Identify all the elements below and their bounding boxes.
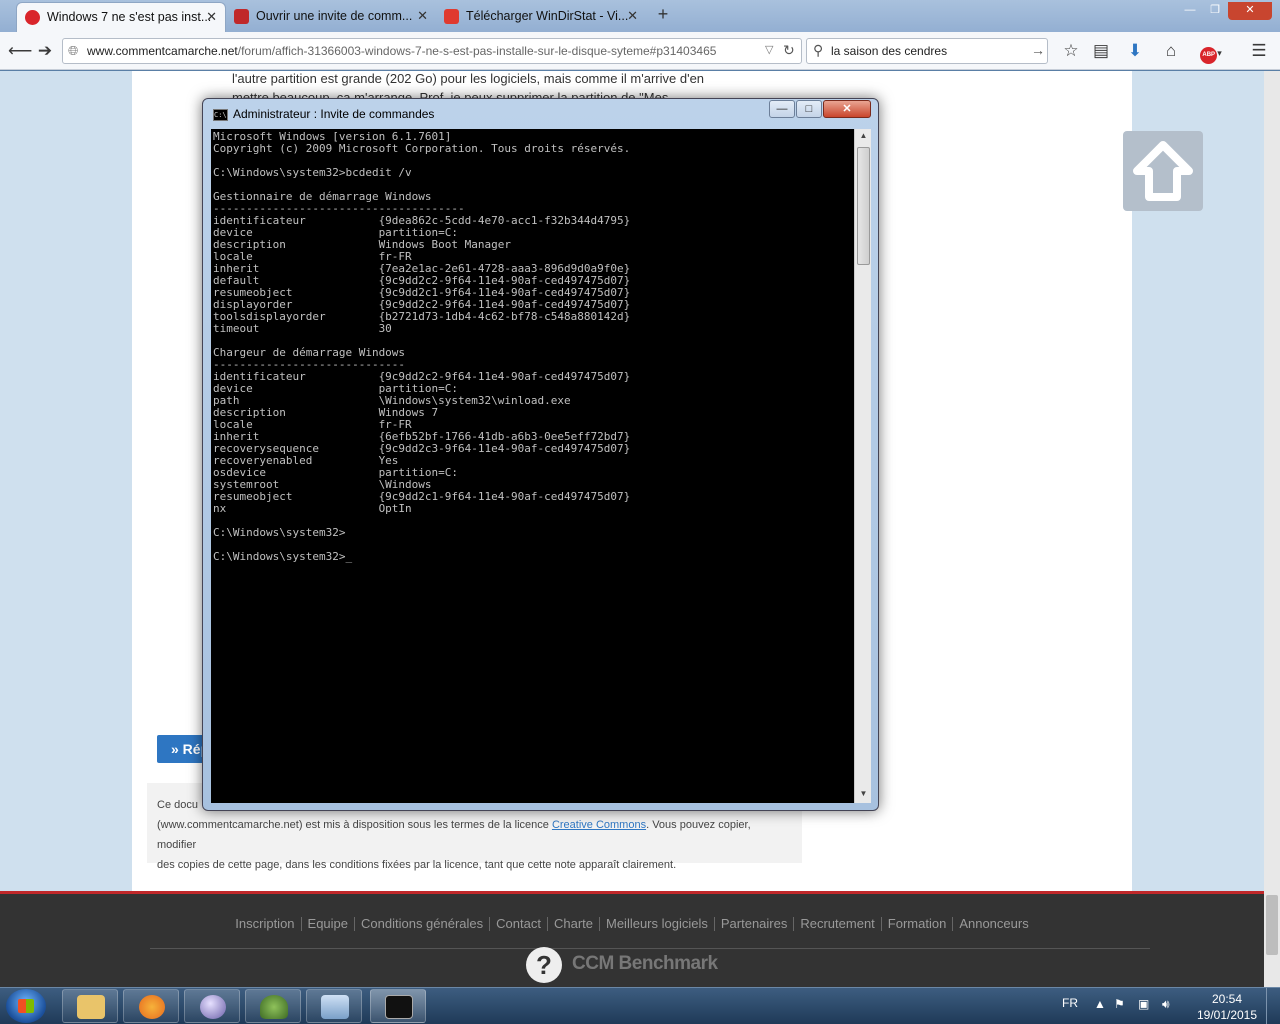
search-icon: ⚲ [813, 42, 824, 58]
scrollbar-thumb[interactable] [857, 147, 870, 265]
language-indicator[interactable]: FR [1062, 996, 1078, 1010]
show-hidden-icons-icon[interactable]: ▲ [1094, 997, 1106, 1011]
close-tab-icon[interactable]: ✕ [627, 2, 638, 30]
clock-date: 19/01/2015 [1196, 1008, 1258, 1022]
footer-link[interactable]: Conditions générales [355, 917, 491, 931]
url-text: www.commentcamarche.net/forum/affich-313… [87, 44, 716, 58]
footer-link[interactable]: Formation [882, 917, 954, 931]
cmd-icon [385, 995, 413, 1019]
license-text: (www.commentcamarche.net) est mis à disp… [157, 819, 552, 831]
action-center-flag-icon[interactable]: ⚑ [1114, 997, 1125, 1011]
cmd-icon: C:\ [213, 109, 228, 121]
windows-logo-icon [18, 999, 34, 1013]
computer-icon [321, 995, 349, 1019]
brand-name: CCM Benchmark [572, 953, 718, 974]
clipboard-icon[interactable]: ▤ [1090, 41, 1112, 61]
taskbar-cmd[interactable] [370, 989, 426, 1023]
creative-commons-link[interactable]: Creative Commons [552, 819, 646, 831]
scroll-down-arrow-icon[interactable]: ▼ [855, 789, 872, 798]
scrollbar-thumb[interactable] [1266, 895, 1278, 955]
system-clock[interactable]: 20:54 19/01/2015 [1192, 991, 1262, 1023]
site-footer: Inscription Equipe Conditions générales Con… [0, 891, 1264, 987]
firefox-icon [139, 995, 165, 1019]
clock-time: 20:54 [1211, 992, 1243, 1006]
show-desktop-button[interactable] [1266, 988, 1280, 1024]
windows-taskbar: FR ▲ ⚑ ▣ 🔊︎ 20:54 19/01/2015 [0, 987, 1280, 1024]
navigation-toolbar: ⟵ ➔ 🌐︎ www.commentcamarche.net/forum/aff… [0, 32, 1280, 70]
footer-link[interactable]: Equipe [302, 917, 356, 931]
search-input[interactable] [831, 44, 1031, 58]
browser-tab-bar: Windows 7 ne s'est pas inst... ✕ Ouvrir … [0, 0, 1280, 32]
taskbar-explorer[interactable] [62, 989, 118, 1023]
maximize-window-button[interactable]: ❐ [1204, 2, 1226, 20]
home-icon[interactable]: ⌂ [1160, 41, 1182, 61]
volume-icon[interactable]: 🔊︎ [1162, 997, 1170, 1012]
footer-link[interactable]: Partenaires [715, 917, 795, 931]
footer-link[interactable]: Annonceurs [953, 917, 1034, 931]
footer-link[interactable]: Meilleurs logiciels [600, 917, 715, 931]
tree-icon [260, 995, 288, 1019]
cmd-favicon-icon [234, 9, 249, 24]
hamburger-menu-icon[interactable]: ☰ [1248, 41, 1270, 61]
license-line: des copies de cette page, dans les condi… [157, 859, 677, 871]
close-tab-icon[interactable]: ✕ [206, 3, 217, 31]
ccm-c-favicon-icon [444, 9, 459, 24]
page-scrollbar[interactable] [1264, 71, 1280, 987]
taskbar-app-sphere[interactable] [184, 989, 240, 1023]
tab-label: Windows 7 ne s'est pas inst... [47, 10, 212, 24]
ccm-favicon-icon [25, 10, 40, 25]
url-path: /forum/affich-31366003-windows-7-ne-s-es… [237, 44, 717, 58]
dropdown-icon[interactable]: ▽ [765, 43, 773, 56]
taskbar-firefox[interactable] [123, 989, 179, 1023]
new-tab-button[interactable]: + [652, 4, 674, 25]
post-text-line: l'autre partition est grande (202 Go) po… [232, 71, 705, 86]
cmd-minimize-button[interactable]: — [769, 100, 795, 118]
cmd-scrollbar[interactable]: ▲ ▼ [854, 129, 871, 803]
cmd-window-title: Administrateur : Invite de commandes [233, 107, 435, 121]
license-line: (www.commentcamarche.net) est mis à disp… [157, 815, 792, 855]
network-icon[interactable]: ▣ [1138, 997, 1149, 1011]
star-icon[interactable]: ☆ [1060, 41, 1082, 61]
url-bar[interactable]: 🌐︎ www.commentcamarche.net/forum/affich-… [62, 38, 802, 64]
close-window-button[interactable]: ✕ [1228, 2, 1272, 20]
url-host: www.commentcamarche.net [87, 44, 238, 58]
search-box[interactable]: ⚲ → [806, 38, 1048, 64]
reload-icon[interactable]: ↻ [783, 42, 795, 59]
folder-icon [77, 995, 105, 1019]
minimize-window-button[interactable]: — [1178, 2, 1202, 20]
globe-icon: 🌐︎ [68, 43, 79, 58]
up-arrow-icon [1133, 141, 1193, 201]
forward-arrow-icon[interactable]: ➔ [34, 41, 56, 61]
search-go-icon[interactable]: → [1031, 42, 1045, 58]
scroll-to-top-button[interactable] [1123, 131, 1203, 211]
start-button[interactable] [6, 989, 46, 1023]
footer-links: Inscription Equipe Conditions générales Con… [0, 916, 1264, 931]
back-arrow-icon[interactable]: ⟵ [8, 41, 32, 61]
taskbar-app-tree[interactable] [245, 989, 301, 1023]
download-arrow-icon[interactable]: ⬇ [1124, 41, 1146, 61]
tab-label: Ouvrir une invite de comm... [256, 9, 413, 23]
tab-windows7[interactable]: Windows 7 ne s'est pas inst... ✕ [16, 2, 226, 32]
tab-label: Télécharger WinDirStat - Vi... [466, 9, 629, 23]
console-output[interactable]: Microsoft Windows [version 6.1.7601] Cop… [211, 129, 854, 803]
scroll-up-arrow-icon[interactable]: ▲ [855, 131, 872, 140]
cmd-window[interactable]: C:\ Administrateur : Invite de commandes… [202, 98, 879, 811]
ccm-benchmark-logo[interactable]: ? CCM Benchmark [526, 947, 746, 987]
sphere-icon [200, 995, 226, 1019]
footer-link[interactable]: Charte [548, 917, 600, 931]
console-text: Microsoft Windows [version 6.1.7601] Cop… [213, 130, 631, 563]
tab-windirstat[interactable]: Télécharger WinDirStat - Vi... ✕ [436, 2, 646, 32]
footer-link[interactable]: Recrutement [794, 917, 882, 931]
footer-link[interactable]: Contact [490, 917, 548, 931]
adblock-icon[interactable]: ABP ▾ [1196, 41, 1226, 64]
question-logo-icon: ? [526, 947, 562, 983]
cmd-close-button[interactable]: ✕ [823, 100, 871, 118]
cmd-maximize-button[interactable]: □ [796, 100, 822, 118]
close-tab-icon[interactable]: ✕ [417, 2, 428, 30]
footer-link[interactable]: Inscription [229, 917, 302, 931]
taskbar-app-network[interactable] [306, 989, 362, 1023]
tab-invite-commandes[interactable]: Ouvrir une invite de comm... ✕ [226, 2, 436, 32]
